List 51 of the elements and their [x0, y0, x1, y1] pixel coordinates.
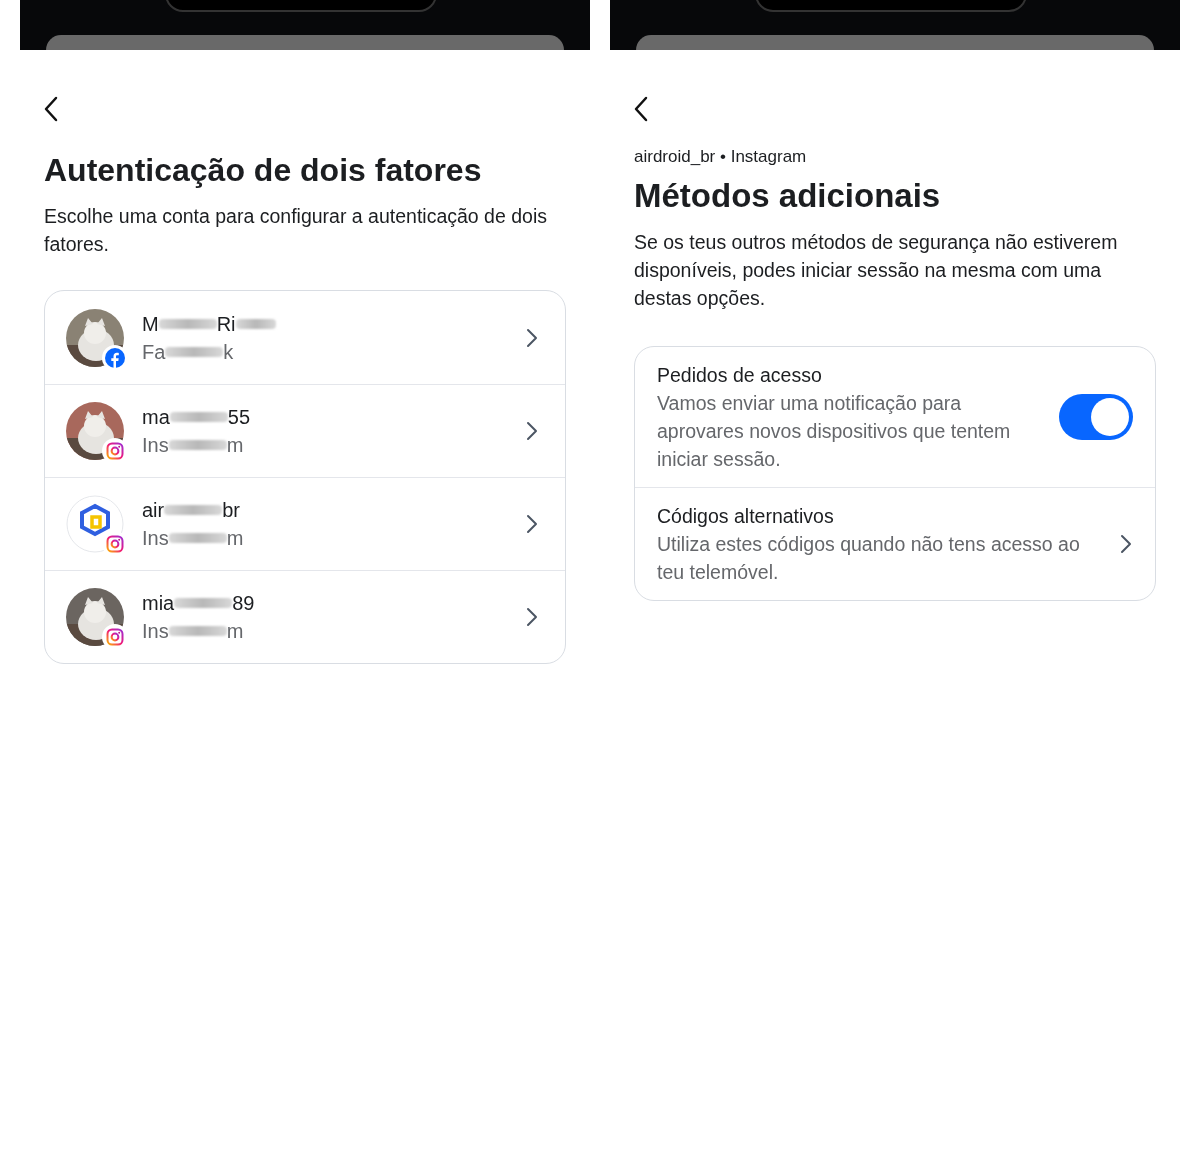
account-network: Ins [142, 433, 169, 458]
page-subtitle: Se os teus outros métodos de segurança não estiverem disponíveis, podes iniciar sessão na mesma com uma destas opções. [634, 230, 1119, 311]
account-name: 89 [232, 591, 255, 616]
account-network: Ins [142, 526, 169, 551]
blurred-text [168, 440, 227, 450]
page-subtitle: Escolhe uma conta para configurar a autenticação de dois fatores. [44, 204, 548, 257]
account-name: air [142, 498, 165, 523]
instagram-icon [106, 442, 124, 460]
instagram-icon [106, 628, 124, 646]
toggle-switch[interactable] [1059, 394, 1133, 440]
blurred-text [164, 505, 223, 515]
blurred-text [168, 533, 227, 543]
method-title: Códigos alternativos [657, 504, 835, 529]
page-title: Métodos adicionais [634, 176, 942, 216]
account-network: k [223, 339, 234, 365]
avatar-logo [66, 495, 124, 553]
account-name: br [222, 498, 241, 523]
account-network: m [226, 526, 244, 551]
page-title: Autenticação de dois fatores [44, 151, 483, 190]
account-row[interactable]: mia 89 Ins m [45, 570, 565, 663]
chevron-icon [1119, 534, 1133, 554]
method-title: Pedidos de acesso [657, 363, 823, 388]
facebook-icon [105, 347, 125, 368]
blurred-text [169, 412, 228, 422]
account-network: Ins [142, 619, 169, 644]
account-name: ma [142, 405, 170, 430]
account-row[interactable]: M Ri Fa k [45, 291, 565, 384]
method-description: Vamos enviar uma notificação para aprovares novos dispositivos que tentem iniciar sessão. [657, 391, 1012, 472]
account-name: 55 [227, 405, 251, 430]
chevron-icon [525, 514, 539, 534]
chevron-icon [525, 327, 539, 348]
account-network: m [226, 433, 244, 458]
account-network: m [226, 619, 244, 644]
account-context: airdroid_br • Instagram [634, 146, 808, 168]
account-name: Ri [216, 311, 236, 337]
account-row[interactable]: ma 55 Ins m [45, 384, 565, 477]
blurred-text [174, 598, 233, 608]
account-row[interactable]: air br Ins m [45, 477, 565, 570]
account-name: M [142, 311, 159, 337]
blurred-text [158, 318, 217, 329]
blurred-text [235, 318, 276, 329]
instagram-icon [106, 535, 124, 553]
method-row[interactable]: Códigos alternativos Utiliza estes códigos quando não tens acesso ao teu telemóvel. [635, 487, 1155, 600]
chevron-icon [525, 421, 539, 441]
method-row[interactable]: Pedidos de acesso Vamos enviar uma notificação para aprovares novos dispositivos que tentem iniciar sessão. [635, 347, 1155, 487]
blurred-text [168, 626, 227, 636]
blurred-text [165, 346, 224, 357]
method-description: Utiliza estes códigos quando não tens acesso ao teu telemóvel. [657, 532, 1081, 585]
chevron-icon [525, 607, 539, 627]
account-network: Fa [142, 339, 166, 365]
account-name: mia [142, 591, 175, 616]
